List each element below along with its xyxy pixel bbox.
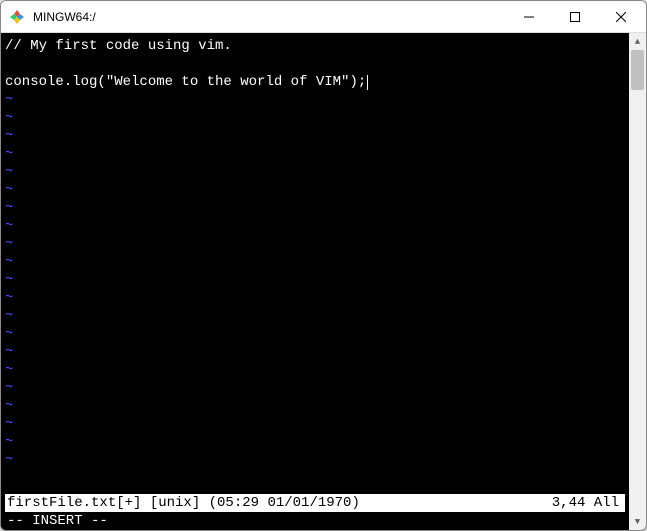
- empty-line-tilde: ~: [5, 253, 625, 271]
- minimize-button[interactable]: [506, 1, 552, 32]
- maximize-button[interactable]: [552, 1, 598, 32]
- empty-line-tilde: ~: [5, 163, 625, 181]
- empty-line-tilde: ~: [5, 451, 625, 469]
- code-line[interactable]: // My first code using vim.: [5, 37, 625, 55]
- empty-line-tilde: ~: [5, 271, 625, 289]
- empty-line-tilde: ~: [5, 217, 625, 235]
- empty-line-tilde: ~: [5, 91, 625, 109]
- empty-line-tilde: ~: [5, 109, 625, 127]
- terminal-window: MINGW64:/ // My first code using vim. con…: [0, 0, 647, 531]
- empty-line-tilde: ~: [5, 433, 625, 451]
- status-line: firstFile.txt[+] [unix] (05:29 01/01/197…: [5, 494, 625, 512]
- empty-line-tilde: ~: [5, 343, 625, 361]
- empty-line-tilde: ~: [5, 181, 625, 199]
- terminal-body: // My first code using vim. console.log("…: [1, 33, 646, 530]
- text-cursor: [367, 75, 368, 90]
- empty-line-tilde: ~: [5, 397, 625, 415]
- close-button[interactable]: [598, 1, 644, 32]
- scrollbar-thumb[interactable]: [631, 50, 644, 90]
- window-title: MINGW64:/: [33, 10, 506, 24]
- empty-line-tilde: ~: [5, 415, 625, 433]
- status-filename: firstFile.txt[+] [unix] (05:29 01/01/197…: [7, 494, 552, 512]
- empty-line-tilde: ~: [5, 379, 625, 397]
- empty-line-tilde: ~: [5, 145, 625, 163]
- scrollbar-track[interactable]: [629, 50, 646, 513]
- empty-line-tilde: ~: [5, 235, 625, 253]
- titlebar[interactable]: MINGW64:/: [1, 1, 646, 33]
- empty-line-tilde: ~: [5, 199, 625, 217]
- window-controls: [506, 1, 644, 32]
- empty-line-tilde: ~: [5, 127, 625, 145]
- status-position: 3,44 All: [552, 494, 623, 512]
- empty-line-tilde: ~: [5, 325, 625, 343]
- empty-line-tilde: ~: [5, 289, 625, 307]
- editor-viewport[interactable]: // My first code using vim. console.log("…: [1, 33, 629, 530]
- scroll-down-button[interactable]: ▼: [629, 513, 646, 530]
- mode-line: -- INSERT --: [5, 512, 625, 530]
- scrollbar[interactable]: ▲ ▼: [629, 33, 646, 530]
- app-icon: [9, 9, 25, 25]
- scroll-up-button[interactable]: ▲: [629, 33, 646, 50]
- empty-line-tilde: ~: [5, 307, 625, 325]
- code-line[interactable]: [5, 55, 625, 73]
- content-area[interactable]: // My first code using vim. console.log("…: [5, 37, 625, 494]
- code-line[interactable]: console.log("Welcome to the world of VIM…: [5, 73, 625, 91]
- empty-line-tilde: ~: [5, 361, 625, 379]
